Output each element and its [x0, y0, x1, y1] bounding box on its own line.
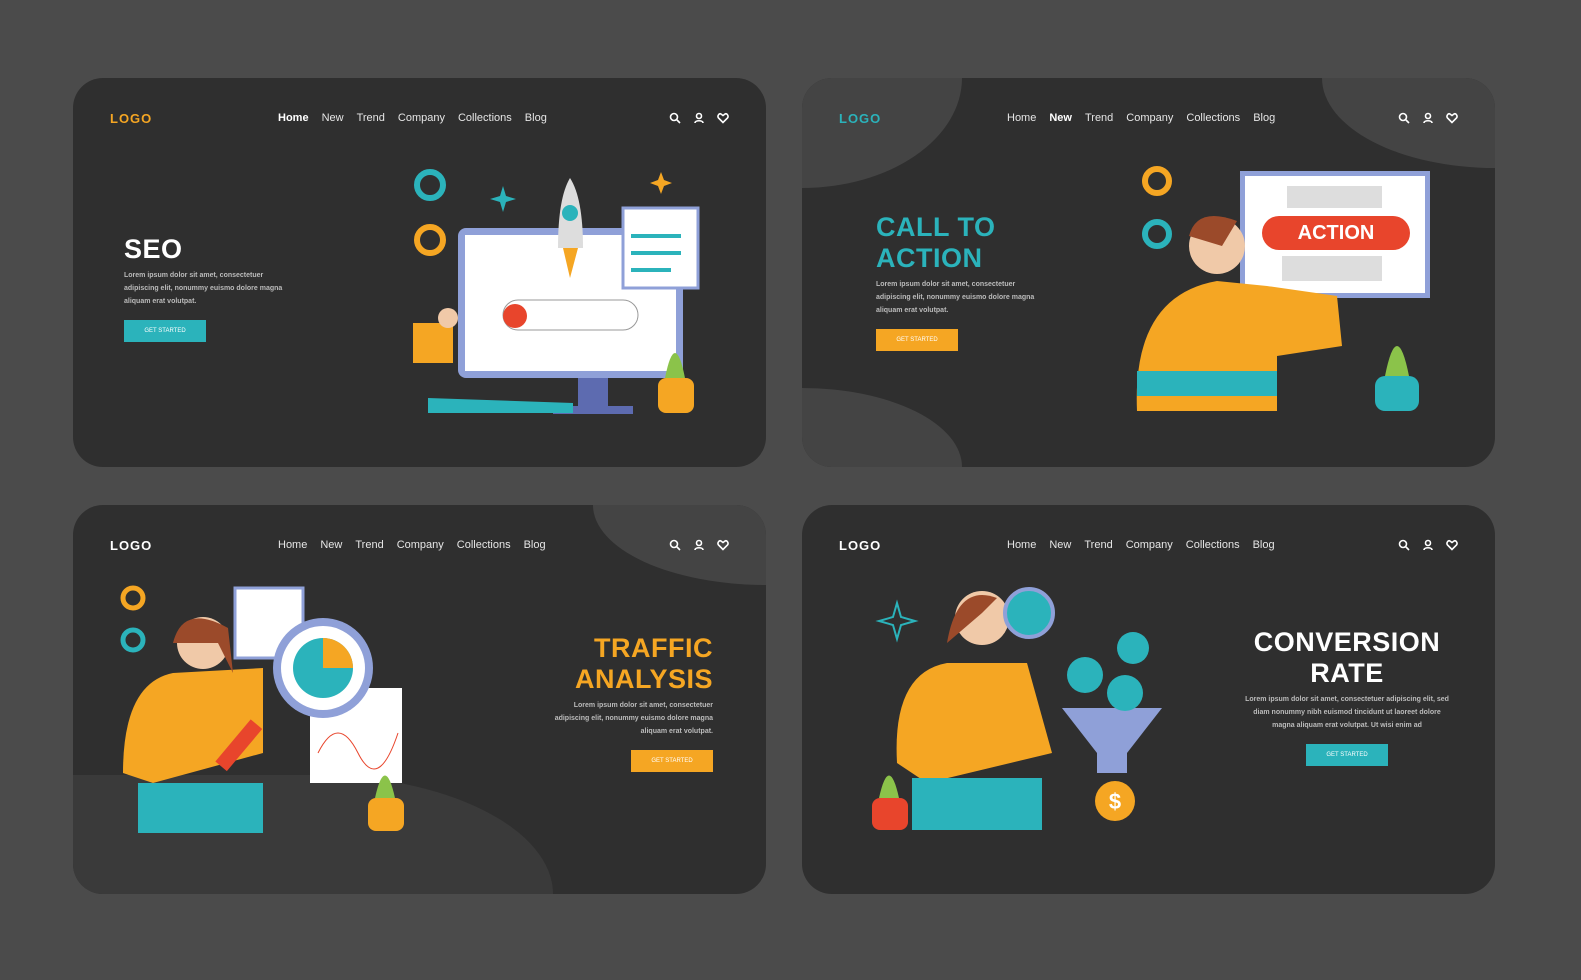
nav-trend[interactable]: Trend	[1084, 539, 1112, 551]
hero-title: SEO	[124, 234, 183, 264]
nav-bar: LOGO Home New Trend Company Collections Blog	[110, 536, 729, 554]
nav-home[interactable]: Home	[1007, 112, 1036, 124]
nav-collections[interactable]: Collections	[458, 112, 512, 124]
hero-title: CONVERSION RATE	[1253, 627, 1441, 688]
logo[interactable]: LOGO	[839, 111, 1007, 126]
nav-company[interactable]: Company	[1126, 539, 1173, 551]
nav-bar: LOGO Home New Trend Company Collections Blog	[110, 109, 729, 127]
nav-blog[interactable]: Blog	[525, 112, 547, 124]
hero-body: Lorem ipsum dolor sit amet, consectetuer…	[554, 702, 713, 735]
hero-text: CALL TO ACTION Lorem ipsum dolor sit ame…	[876, 212, 1036, 351]
nav-trend[interactable]: Trend	[355, 539, 383, 551]
get-started-button[interactable]: GET STARTED	[876, 329, 958, 351]
nav-collections[interactable]: Collections	[457, 539, 511, 551]
user-icon[interactable]	[693, 112, 705, 124]
user-icon[interactable]	[693, 539, 705, 551]
hero-title: TRAFFIC ANALYSIS	[574, 633, 713, 694]
call-to-action-card: LOGO Home New Trend Company Collections Blog …	[802, 78, 1495, 467]
hero-text: CONVERSION RATE Lorem ipsum dolor sit am…	[1242, 627, 1452, 766]
user-icon[interactable]	[1422, 539, 1434, 551]
nav-new[interactable]: New	[1049, 539, 1071, 551]
get-started-button[interactable]: GET STARTED	[1306, 744, 1388, 766]
search-icon[interactable]	[1398, 539, 1410, 551]
nav-blog[interactable]: Blog	[524, 539, 546, 551]
nav-company[interactable]: Company	[397, 539, 444, 551]
hero-body: Lorem ipsum dolor sit amet, consectetuer…	[876, 281, 1035, 314]
seo-illustration	[413, 169, 700, 414]
nav-company[interactable]: Company	[1126, 112, 1173, 124]
nav-home[interactable]: Home	[278, 539, 307, 551]
nav-collections[interactable]: Collections	[1186, 112, 1240, 124]
conversion-illustration: $	[872, 587, 1162, 830]
hero-body: Lorem ipsum dolor sit amet, consectetuer…	[124, 272, 283, 305]
hero-title: CALL TO ACTION	[876, 212, 996, 273]
conversion-rate-card: LOGO Home New Trend Company Collections Blog …	[802, 505, 1495, 894]
traffic-illustration	[120, 585, 404, 833]
heart-icon[interactable]	[717, 112, 729, 124]
nav-new[interactable]: New	[1049, 112, 1072, 124]
heart-icon[interactable]	[1446, 539, 1458, 551]
nav-bar: LOGO Home New Trend Company Collections Blog	[839, 536, 1458, 554]
logo[interactable]: LOGO	[839, 538, 1007, 553]
action-label: ACTION	[1298, 222, 1375, 244]
nav-bar: LOGO Home New Trend Company Collections Blog	[839, 109, 1458, 127]
search-icon[interactable]	[669, 539, 681, 551]
search-icon[interactable]	[669, 112, 681, 124]
nav-company[interactable]: Company	[398, 112, 445, 124]
search-icon[interactable]	[1398, 112, 1410, 124]
heart-icon[interactable]	[1446, 112, 1458, 124]
dollar-coin-icon: $	[1109, 789, 1121, 814]
nav-trend[interactable]: Trend	[357, 112, 385, 124]
nav-blog[interactable]: Blog	[1253, 112, 1275, 124]
nav-new[interactable]: New	[322, 112, 344, 124]
user-icon[interactable]	[1422, 112, 1434, 124]
logo[interactable]: LOGO	[110, 111, 278, 126]
get-started-button[interactable]: GET STARTED	[124, 320, 206, 342]
nav-collections[interactable]: Collections	[1186, 539, 1240, 551]
nav-home[interactable]: Home	[1007, 539, 1036, 551]
nav-home[interactable]: Home	[278, 112, 309, 124]
seo-card: LOGO Home New Trend Company Collections Blog …	[73, 78, 766, 467]
hero-text: TRAFFIC ANALYSIS Lorem ipsum dolor sit a…	[543, 633, 713, 772]
hero-body: Lorem ipsum dolor sit amet, consectetuer…	[1245, 696, 1449, 729]
nav-new[interactable]: New	[320, 539, 342, 551]
hero-text: SEO Lorem ipsum dolor sit amet, consecte…	[124, 234, 294, 342]
nav-trend[interactable]: Trend	[1085, 112, 1113, 124]
nav-blog[interactable]: Blog	[1253, 539, 1275, 551]
heart-icon[interactable]	[717, 539, 729, 551]
logo[interactable]: LOGO	[110, 538, 278, 553]
cta-illustration: ACTION	[1136, 166, 1430, 411]
traffic-analysis-card: LOGO Home New Trend Company Collections Blog …	[73, 505, 766, 894]
get-started-button[interactable]: GET STARTED	[631, 750, 713, 772]
